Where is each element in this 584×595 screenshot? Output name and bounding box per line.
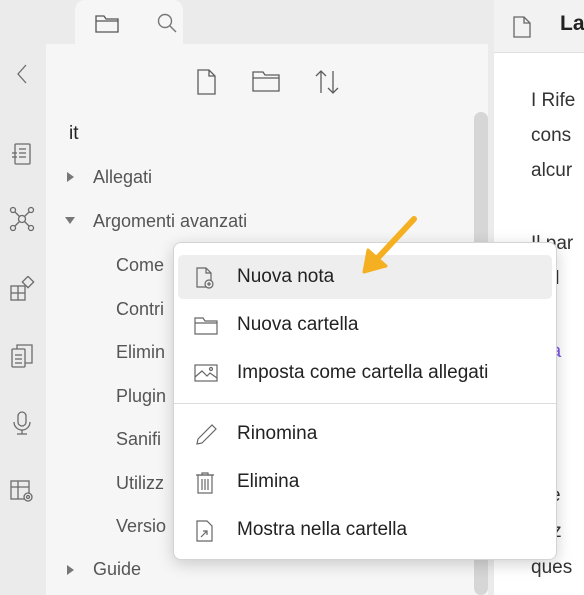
editor-text-line: I Rife [531, 90, 576, 111]
menu-item-rename[interactable]: Rinomina [178, 412, 552, 456]
tree-file-item[interactable]: Come [116, 255, 164, 276]
tree-file-item[interactable]: Utilizz [116, 473, 164, 494]
audio-recorder-icon[interactable] [9, 410, 35, 436]
search-icon[interactable] [156, 12, 178, 34]
tree-item-label: Guide [93, 559, 142, 579]
workspaces-icon[interactable] [9, 478, 35, 504]
vault-name[interactable]: it [69, 123, 79, 145]
editor-tab-header[interactable]: La [494, 0, 584, 53]
editor-text-line: cons [531, 125, 572, 146]
caret-down-icon [65, 217, 75, 224]
new-folder-icon[interactable] [251, 68, 283, 94]
menu-item-new-folder[interactable]: Nuova cartella [178, 303, 552, 347]
menu-item-label: Imposta come cartella allegati [237, 362, 489, 383]
context-menu: Nuova nota Nuova cartella Imposta come c… [173, 242, 557, 560]
tree-file-item[interactable]: Plugin [116, 386, 166, 407]
editor-text-line: alcur [531, 160, 573, 181]
graph-view-icon[interactable] [9, 206, 35, 232]
collapse-chevron-icon[interactable] [9, 61, 35, 87]
document-icon [513, 16, 531, 38]
menu-item-delete[interactable]: Elimina [178, 460, 552, 504]
caret-right-icon [67, 565, 74, 575]
menu-item-label: Nuova nota [237, 266, 335, 287]
pointer-arrow-icon [362, 216, 417, 274]
menu-item-label: Mostra nella cartella [237, 519, 408, 540]
tree-file-item[interactable]: Versio [116, 516, 166, 537]
editor-text-line: ques [531, 557, 573, 578]
reveal-icon [194, 519, 218, 543]
tree-file-item[interactable]: Contri [116, 299, 164, 320]
editor-title: La [560, 12, 584, 35]
new-note-icon[interactable] [195, 68, 217, 96]
new-note-icon [194, 266, 218, 290]
caret-right-icon [67, 172, 74, 182]
pencil-icon [194, 423, 218, 447]
menu-item-reveal-in-folder[interactable]: Mostra nella cartella [178, 508, 552, 552]
folder-icon [194, 314, 218, 338]
trash-icon [194, 471, 218, 495]
menu-item-set-attachment-folder[interactable]: Imposta come cartella allegati [178, 351, 552, 395]
sidebar-tab-strip [46, 0, 488, 44]
image-icon [194, 362, 218, 386]
menu-separator [174, 403, 556, 404]
command-palette-icon[interactable] [9, 141, 35, 167]
tree-item-label: Allegati [93, 167, 153, 187]
tree-file-item[interactable]: Sanifi [116, 429, 161, 450]
tree-file-item[interactable]: Elimin [116, 342, 165, 363]
canvas-icon[interactable] [9, 276, 35, 302]
folder-icon [95, 15, 119, 33]
menu-item-label: Elimina [237, 471, 300, 492]
tree-item-label: Argomenti avanzati [93, 211, 248, 231]
templates-icon[interactable] [9, 343, 35, 369]
sort-icon[interactable] [312, 68, 342, 96]
menu-item-label: Nuova cartella [237, 314, 359, 335]
menu-item-label: Rinomina [237, 423, 318, 444]
left-ribbon [0, 0, 46, 595]
